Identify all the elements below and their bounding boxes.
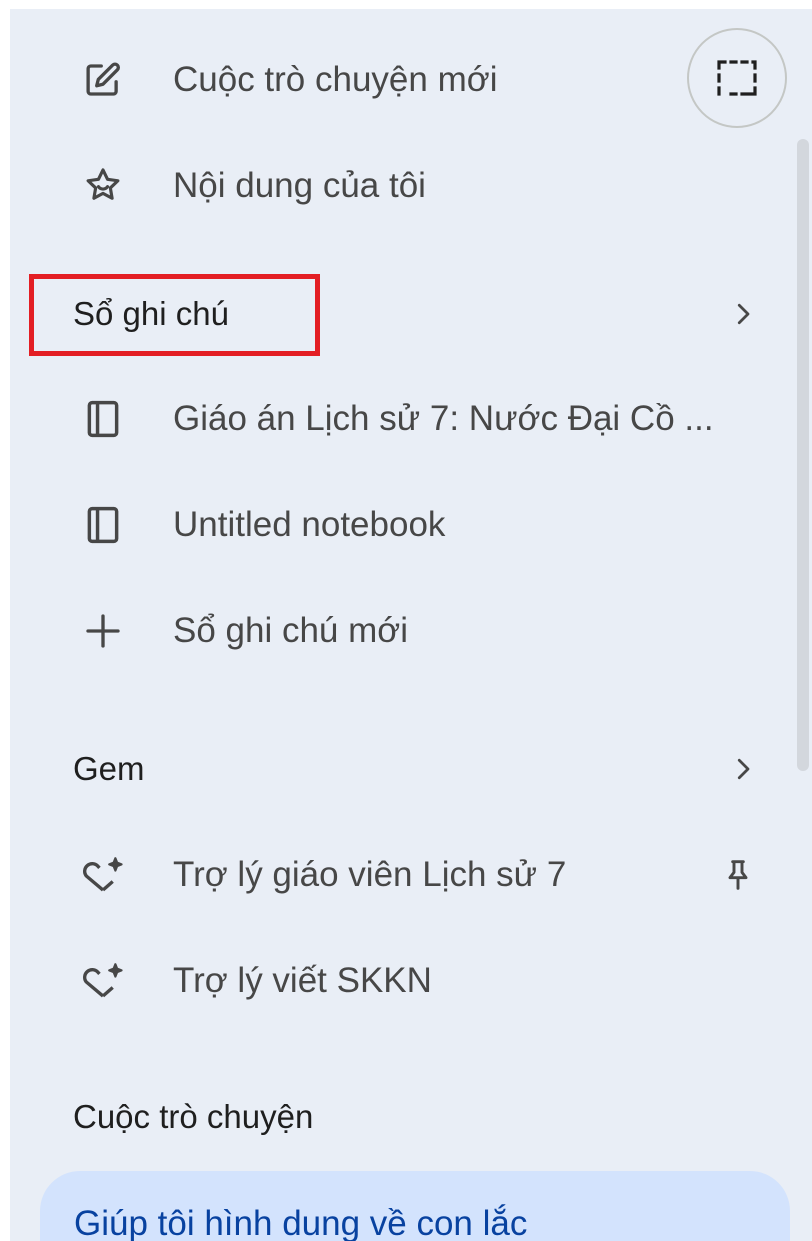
new-chat-label: Cuộc trò chuyện mới [173, 60, 498, 99]
star-face-icon [80, 163, 126, 209]
gem-label: Trợ lý viết SKKN [173, 961, 432, 1000]
new-notebook-button[interactable]: Sổ ghi chú mới [10, 591, 800, 671]
chat-item-active[interactable]: Giúp tôi hình dung về con lắc [40, 1171, 790, 1241]
gem-item[interactable]: Trợ lý giáo viên Lịch sử 7 [10, 835, 800, 915]
gem-icon [80, 852, 126, 898]
edit-icon [80, 57, 126, 103]
expand-sidebar-button[interactable] [687, 28, 787, 128]
gem-icon [80, 958, 126, 1004]
notebook-item[interactable]: Giáo án Lịch sử 7: Nước Đại Cồ ... [10, 379, 800, 459]
chats-heading: Cuộc trò chuyện [73, 1098, 314, 1135]
notebook-label: Giáo án Lịch sử 7: Nước Đại Cồ ... [173, 399, 714, 438]
new-chat-button[interactable]: Cuộc trò chuyện mới [10, 40, 800, 120]
gems-section-header[interactable]: Gem [10, 729, 800, 809]
gem-label: Trợ lý giáo viên Lịch sử 7 [173, 855, 567, 894]
chat-item-label: Giúp tôi hình dung về con lắc [74, 1204, 528, 1241]
notebook-label: Untitled notebook [173, 505, 446, 544]
notebook-icon [80, 502, 126, 548]
chats-section-header: Cuộc trò chuyện [10, 1077, 800, 1157]
plus-icon [80, 608, 126, 654]
my-content-button[interactable]: Nội dung của tôi [10, 146, 800, 226]
new-notebook-label: Sổ ghi chú mới [173, 611, 409, 650]
notebooks-heading: Sổ ghi chú [73, 295, 229, 332]
my-content-label: Nội dung của tôi [173, 166, 426, 205]
dashed-square-icon [715, 58, 759, 98]
chevron-right-icon [728, 299, 758, 329]
notebook-item[interactable]: Untitled notebook [10, 485, 800, 565]
notebooks-section-header[interactable]: Sổ ghi chú [10, 274, 800, 354]
sidebar-panel: Cuộc trò chuyện mới Nội dung của tôi Sổ … [10, 9, 812, 1241]
chevron-right-icon [728, 754, 758, 784]
pin-icon[interactable] [722, 857, 754, 893]
gem-item[interactable]: Trợ lý viết SKKN [10, 941, 800, 1021]
scrollbar[interactable] [797, 139, 809, 771]
notebook-icon [80, 396, 126, 442]
gems-heading: Gem [73, 750, 145, 787]
